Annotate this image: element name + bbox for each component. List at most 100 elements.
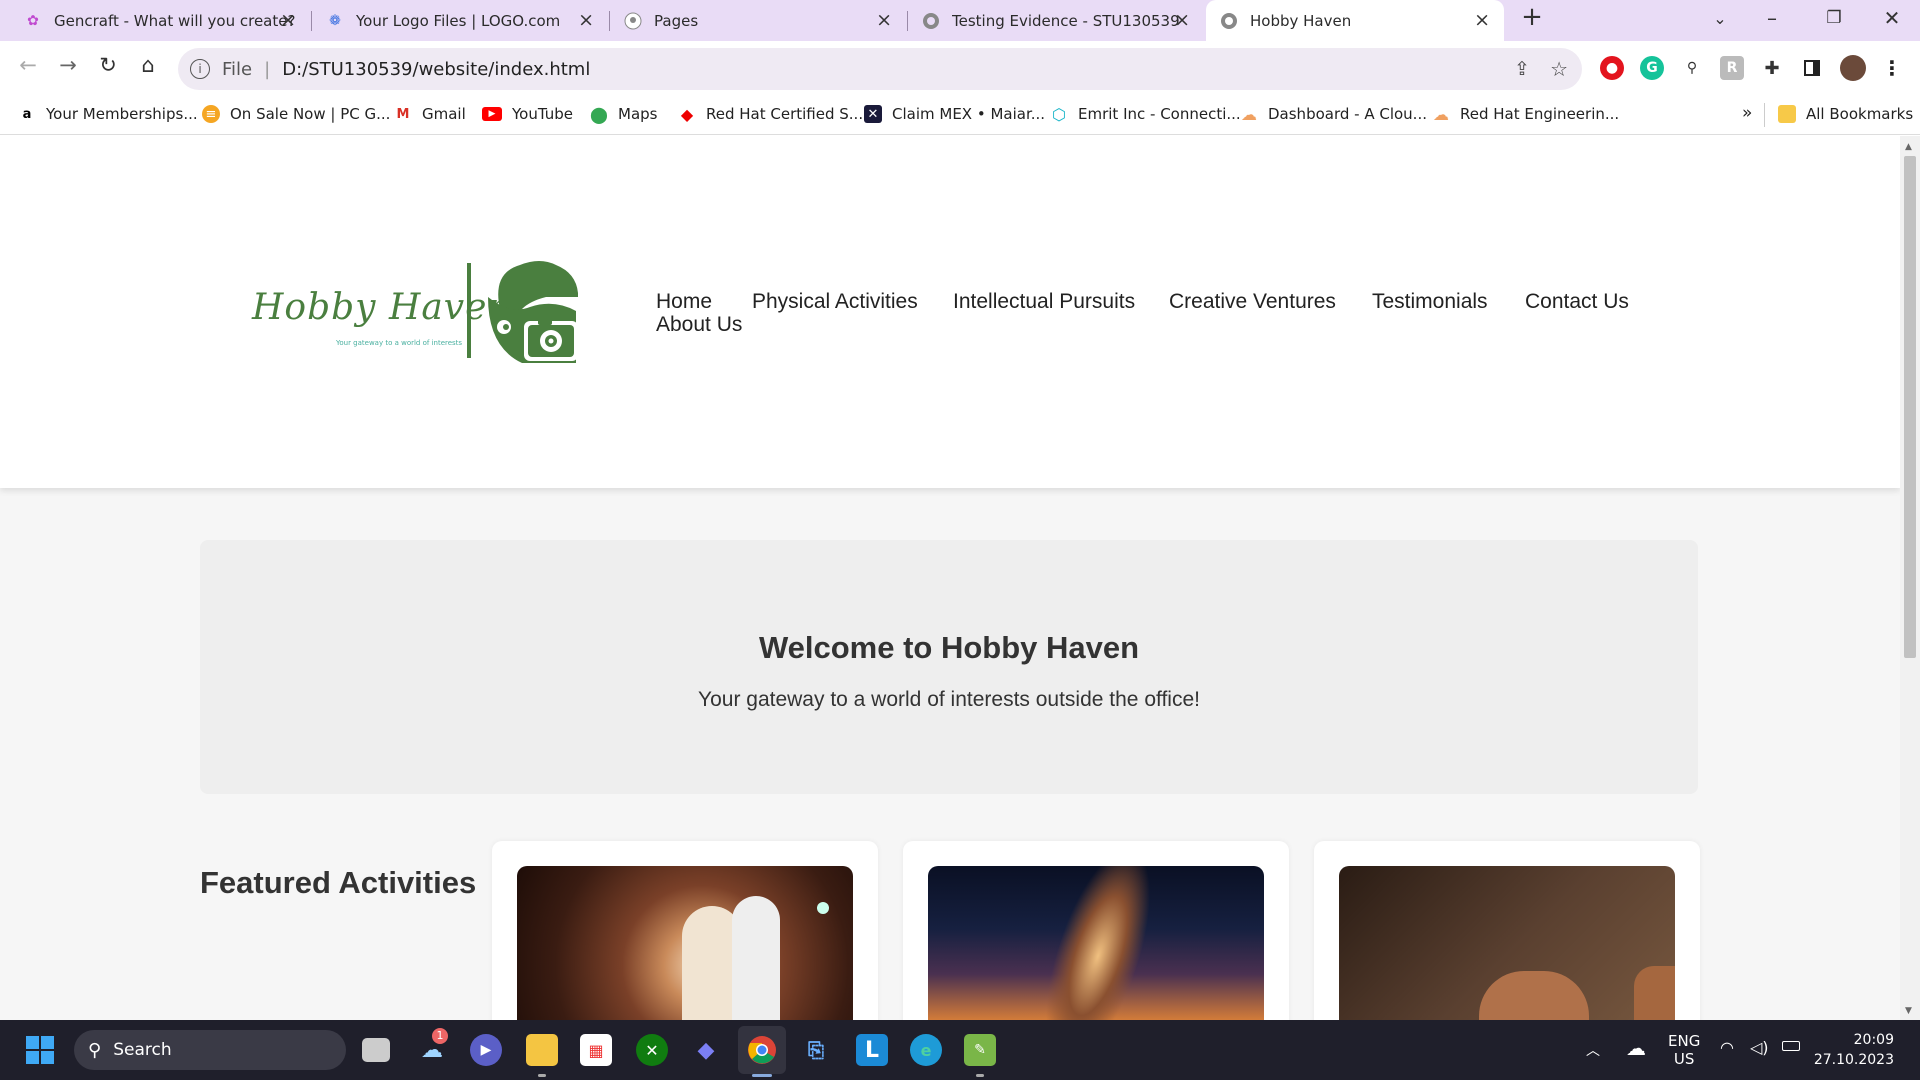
edge-icon[interactable]: e [910,1034,942,1066]
share-icon[interactable]: ⇪ [1514,58,1530,80]
adblock-icon[interactable]: ● [1600,56,1624,80]
tab-logo-files[interactable]: ❁ Your Logo Files | LOGO.com × [312,0,608,41]
folder-icon [1778,105,1796,123]
logo-divider [467,263,471,358]
gencraft-icon: ✿ [27,12,39,29]
bookmark-claim-mex[interactable]: ✕ Claim MEX • Maiar... [864,105,1045,123]
all-bookmarks[interactable]: All Bookmarks [1778,105,1913,123]
language-indicator[interactable]: ENG US [1668,1032,1700,1068]
pottery-photo[interactable] [1339,866,1675,1020]
clay-pot [1634,966,1675,1020]
hero-subtitle: Your gateway to a world of interests out… [698,688,1200,711]
remote-desktop-icon[interactable]: ⎘ [800,1034,832,1066]
logo-emblem-icon [488,261,578,363]
file-explorer-icon[interactable] [526,1034,558,1066]
close-tab-icon[interactable]: × [1474,10,1490,30]
windows-start-icon[interactable] [24,1034,56,1066]
tab-strip: ✿ Gencraft - What will you create? × ❁ Y… [0,0,1920,41]
close-tab-icon[interactable]: × [578,10,594,30]
address-url[interactable]: D:/STU130539/website/index.html [282,59,590,80]
nav-intellectual-pursuits[interactable]: Intellectual Pursuits [953,290,1135,314]
scroll-down-icon[interactable]: ▼ [1905,1006,1912,1016]
menu-kebab-icon[interactable]: ⋮ [1880,56,1904,80]
dance-photo[interactable] [517,866,853,1020]
globe-icon [922,12,940,30]
bookmark-maps[interactable]: ⬤ Maps [590,105,657,124]
volume-icon[interactable]: ◁) [1750,1038,1769,1057]
bookmark-star-icon[interactable]: ☆ [1550,57,1568,81]
tab-pages[interactable]: Pages × [610,0,906,41]
activity-card[interactable] [903,841,1289,1020]
close-window-icon[interactable]: ✕ [1872,6,1912,30]
bookmark-redhat-eng[interactable]: ☁ Red Hat Engineerin... [1432,105,1619,124]
close-tab-icon[interactable]: × [876,10,892,30]
maiar-x-icon: ✕ [864,105,882,123]
home-icon[interactable]: ⌂ [132,53,164,77]
running-indicator [538,1074,546,1077]
more-bookmarks-chevron[interactable]: » [1742,103,1752,123]
minimize-icon[interactable]: – [1752,6,1792,30]
reload-icon[interactable]: ↻ [92,53,124,77]
task-view-icon[interactable] [362,1038,390,1062]
grammarly-icon[interactable]: G [1640,56,1664,80]
back-icon[interactable]: ← [12,53,44,77]
browser-toolbar: ← → ↻ ⌂ i File | D:/STU130539/website/in… [0,41,1920,97]
bookmark-youtube[interactable]: ▶ YouTube [482,105,573,123]
new-tab-icon[interactable]: + [1512,2,1552,32]
page-scrollbar[interactable]: ▲ ▼ [1900,136,1920,1020]
xbox-icon[interactable]: ✕ [636,1034,668,1066]
hero-title: Welcome to Hobby Haven [758,630,1140,665]
restore-icon[interactable]: ❐ [1814,8,1854,28]
galaxy-photo[interactable] [928,866,1264,1020]
side-panel-icon[interactable] [1800,56,1824,80]
profile-avatar[interactable] [1840,55,1866,81]
site-header: Hobby Haven Your gateway to a world of i… [0,136,1900,488]
bookmarks-bar: a Your Memberships... ≡ On Sale Now | PC G… [0,97,1920,135]
bookmark-emrit[interactable]: ⬡ Emrit Inc - Connecti... [1050,105,1241,124]
linkedin-learning-icon[interactable]: L [856,1034,888,1066]
tab-search-chevron-icon[interactable]: ⌄ [1700,9,1740,28]
nav-about-us[interactable]: About Us [656,313,742,337]
nav-contact-us[interactable]: Contact Us [1525,290,1629,314]
scroll-up-icon[interactable]: ▲ [1905,142,1912,152]
forward-icon[interactable]: → [52,53,84,77]
bookmark-pc-gamer[interactable]: ≡ On Sale Now | PC G... [202,105,390,123]
activity-card[interactable] [492,841,878,1020]
extension-pin-icon[interactable]: ⚲ [1680,56,1704,80]
wifi-icon[interactable]: ◠ [1720,1038,1734,1057]
copilot-icon[interactable]: ◆ [690,1034,722,1066]
github-icon [624,12,642,30]
tab-gencraft[interactable]: ✿ Gencraft - What will you create? × [10,0,310,41]
extensions-puzzle-icon[interactable]: ✚ [1760,56,1784,80]
search-icon: ⚲ [88,1039,102,1061]
microsoft-store-icon[interactable]: ▦ [580,1034,612,1066]
close-tab-icon[interactable]: × [1174,10,1190,30]
nav-creative-ventures[interactable]: Creative Ventures [1169,290,1336,314]
bookmark-dashboard[interactable]: ☁ Dashboard - A Clou... [1240,105,1427,124]
show-hidden-icons-chevron[interactable]: ︿ [1586,1040,1600,1060]
redhat-icon: ◆ [680,104,694,124]
teams-chat-icon[interactable]: ▶ [470,1034,502,1066]
taskbar-search[interactable]: ⚲ Search [74,1030,346,1070]
battery-icon[interactable] [1782,1041,1800,1051]
tab-testing-evidence[interactable]: Testing Evidence - STU130539 × [908,0,1204,41]
extension-r-icon[interactable]: R [1720,56,1744,80]
clock[interactable]: 20:09 27.10.2023 [1810,1030,1894,1070]
bookmark-gmail[interactable]: M Gmail [394,105,466,123]
bookmark-redhat-cert[interactable]: ◆ Red Hat Certified S... [678,104,863,124]
address-bar[interactable]: i File | D:/STU130539/website/index.html… [178,48,1582,90]
info-icon[interactable]: i [190,59,210,79]
chrome-icon[interactable] [746,1034,778,1066]
nav-physical-activities[interactable]: Physical Activities [752,290,918,314]
notepad-app-icon[interactable]: ✎ [964,1034,996,1066]
tab-hobby-haven[interactable]: Hobby Haven × [1206,0,1504,41]
onedrive-cloud-icon[interactable]: ☁ [1626,1036,1646,1060]
close-tab-icon[interactable]: × [280,10,296,30]
featured-activities-heading: Featured Activities [200,865,477,900]
nav-home[interactable]: Home [656,290,712,314]
activity-card[interactable] [1314,841,1700,1020]
site-logo[interactable]: Hobby Haven Your gateway to a world of i… [248,257,588,369]
scroll-thumb[interactable] [1904,156,1916,658]
nav-testimonials[interactable]: Testimonials [1372,290,1488,314]
bookmark-amazon[interactable]: a Your Memberships... [18,105,198,123]
